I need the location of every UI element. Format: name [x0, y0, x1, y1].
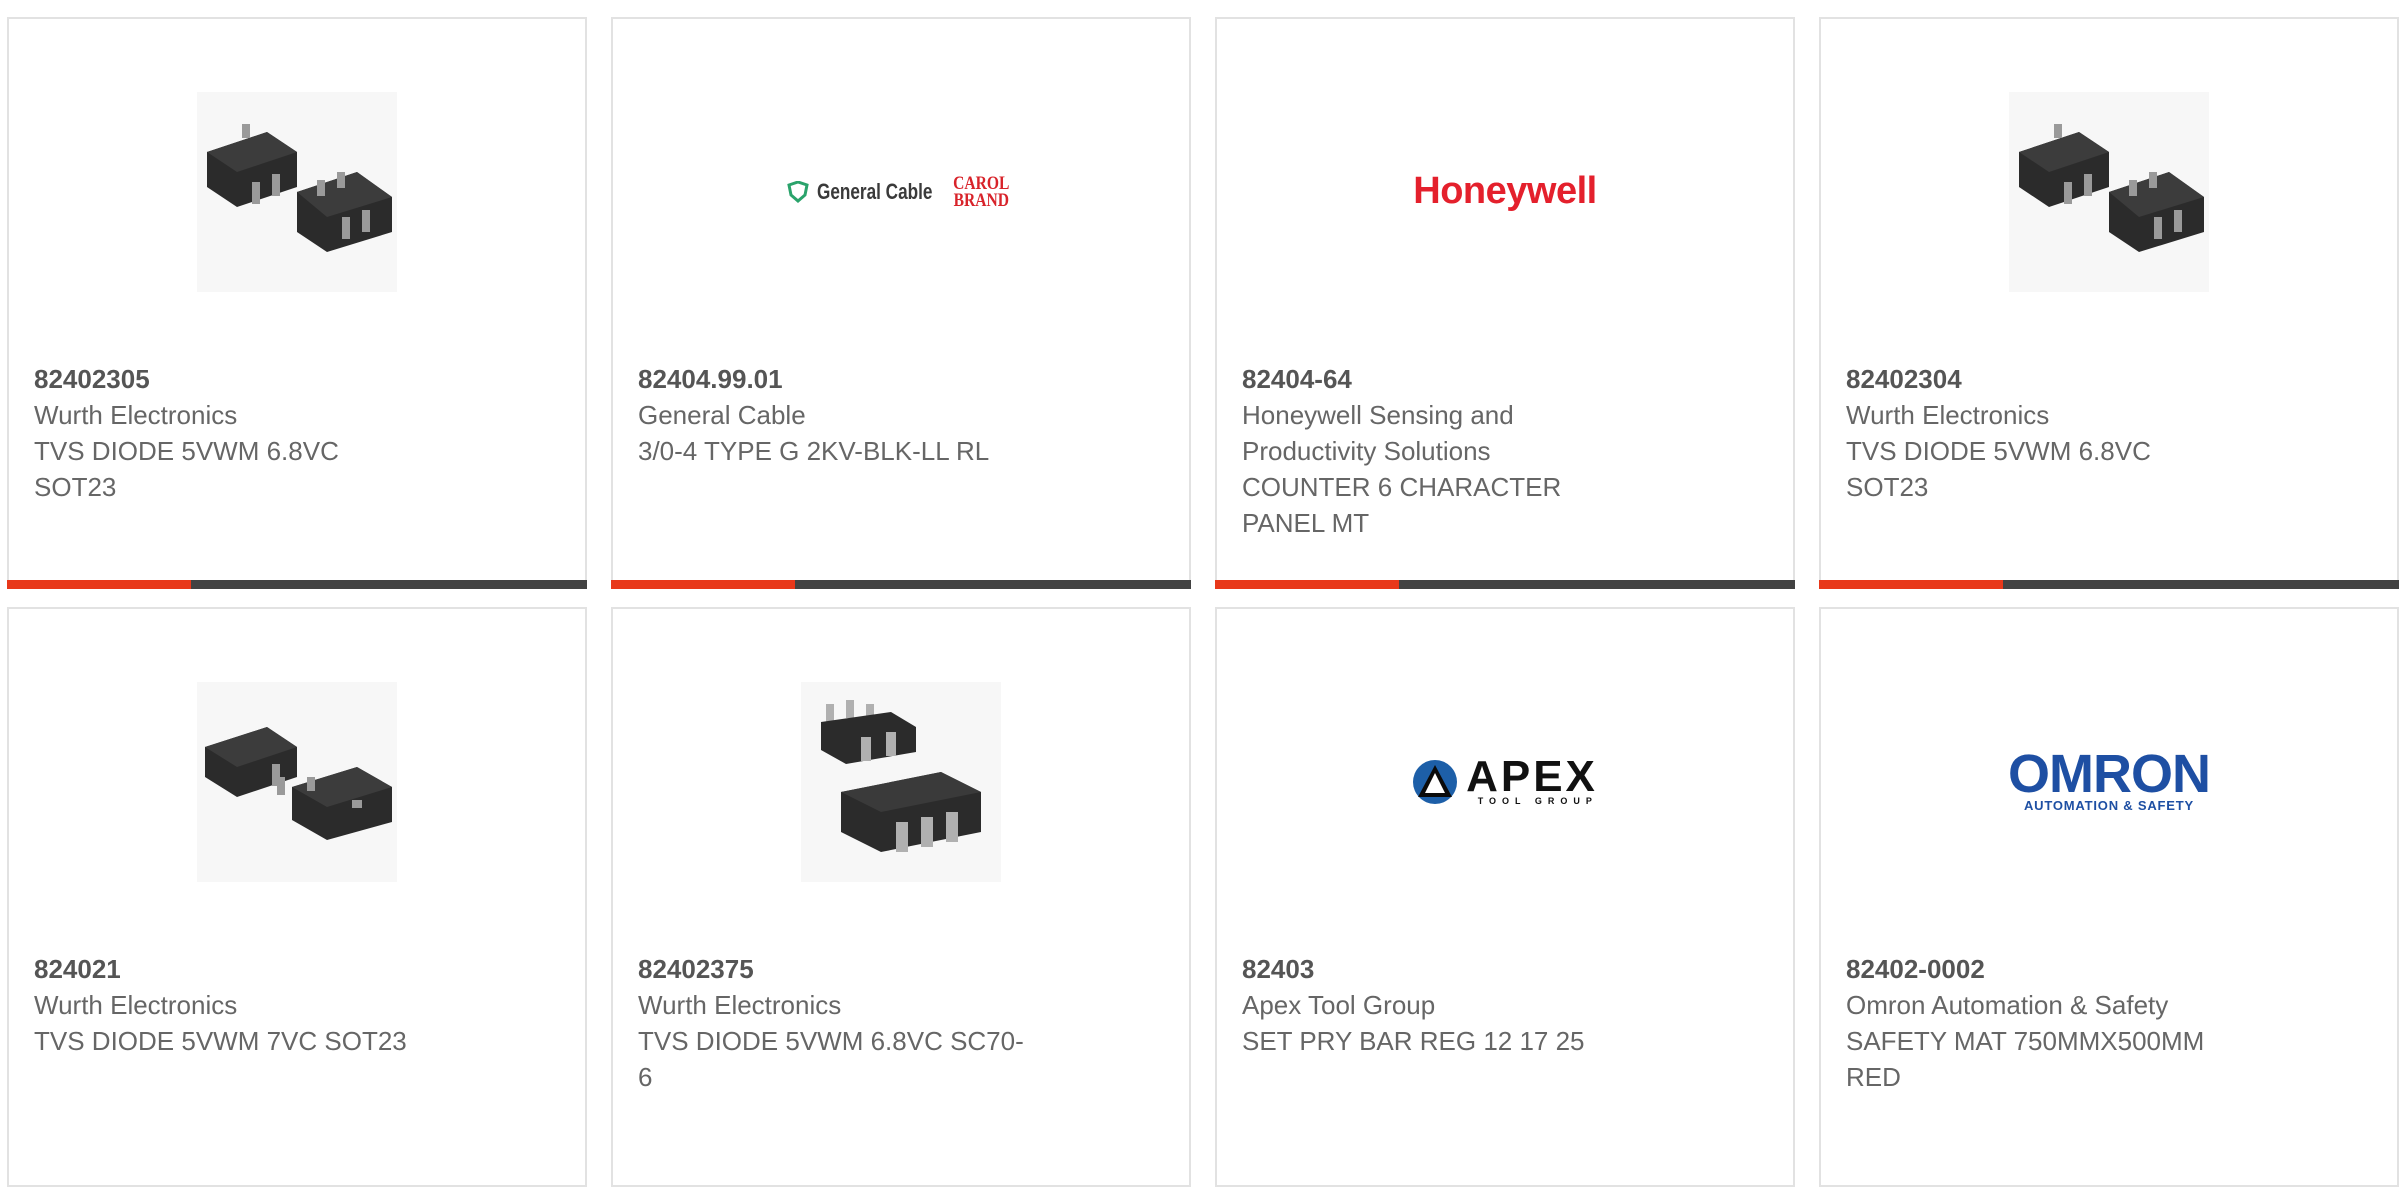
apex-logo: APEX TOOL GROUP [1412, 751, 1598, 806]
product-info: 82402304 Wurth Electronics TVS DIODE 5VW… [1846, 361, 2266, 505]
product-image[interactable]: General Cable CAROL BRAND [613, 19, 1189, 364]
product-info: 82402-0002 Omron Automation & Safety SAF… [1846, 951, 2266, 1095]
product-image[interactable] [9, 609, 585, 954]
description-line: TVS DIODE 5VWM 6.8VC [34, 436, 339, 466]
manufacturer: Honeywell Sensing and [1242, 400, 1514, 430]
description-line: TVS DIODE 5VWM 7VC SOT23 [34, 1026, 407, 1056]
product-info: 824021 Wurth Electronics TVS DIODE 5VWM … [34, 951, 454, 1059]
product-card[interactable]: 82402304 Wurth Electronics TVS DIODE 5VW… [1819, 17, 2399, 589]
part-number[interactable]: 82402305 [34, 361, 454, 397]
product-card[interactable]: APEX TOOL GROUP 82403 Apex Tool Group SE… [1215, 607, 1795, 1187]
product-card[interactable]: 82402305 Wurth Electronics TVS DIODE 5VW… [7, 17, 587, 589]
description-line: TVS DIODE 5VWM 6.8VC SC70- [638, 1026, 1024, 1056]
part-number[interactable]: 824021 [34, 951, 454, 987]
manufacturer: Wurth Electronics [34, 990, 238, 1020]
manufacturer: Wurth Electronics [638, 990, 842, 1020]
part-number[interactable]: 82404-64 [1242, 361, 1662, 397]
product-grid: 82402305 Wurth Electronics TVS DIODE 5VW… [0, 0, 2400, 1187]
description-line: 6 [638, 1062, 653, 1092]
general-cable-logo: General Cable CAROL BRAND [786, 172, 1016, 211]
product-info: 82404.99.01 General Cable 3/0-4 TYPE G 2… [638, 361, 1058, 469]
description-line: SET PRY BAR REG 12 17 25 [1242, 1026, 1585, 1056]
logo-text: General Cable [816, 178, 933, 204]
card-accent [1819, 580, 2003, 589]
product-card[interactable]: 824021 Wurth Electronics TVS DIODE 5VWM … [7, 607, 587, 1187]
apex-mark-icon [1413, 759, 1458, 804]
manufacturer: Omron Automation & Safety [1846, 990, 2169, 1020]
manufacturer: General Cable [638, 400, 806, 430]
card-bottom-bar [1215, 580, 1795, 589]
chip-sot23-icon [2009, 91, 2209, 292]
part-number[interactable]: 82402-0002 [1846, 951, 2266, 987]
manufacturer: Wurth Electronics [34, 400, 238, 430]
product-info: 82403 Apex Tool Group SET PRY BAR REG 12… [1242, 951, 1662, 1059]
product-card[interactable]: Honeywell 82404-64 Honeywell Sensing and… [1215, 17, 1795, 589]
product-card[interactable]: General Cable CAROL BRAND 82404.99.01 Ge… [611, 17, 1191, 589]
part-number[interactable]: 82402304 [1846, 361, 2266, 397]
description-line: TVS DIODE 5VWM 6.8VC [1846, 436, 2151, 466]
chip-sot23-icon [197, 91, 397, 292]
product-image[interactable]: OMRON AUTOMATION & SAFETY [1821, 609, 2397, 954]
product-image[interactable] [1821, 19, 2397, 364]
honeywell-logo: Honeywell [1413, 170, 1597, 212]
description-line: COUNTER 6 CHARACTER [1242, 472, 1562, 502]
card-accent [611, 580, 795, 589]
part-number[interactable]: 82404.99.01 [638, 361, 1058, 397]
chip-sot23-3pin-icon [197, 681, 397, 882]
product-image[interactable]: APEX TOOL GROUP [1217, 609, 1793, 954]
manufacturer: Productivity Solutions [1242, 436, 1491, 466]
product-image[interactable] [613, 609, 1189, 954]
manufacturer: Wurth Electronics [1846, 400, 2050, 430]
part-number[interactable]: 82403 [1242, 951, 1662, 987]
product-image[interactable]: Honeywell [1217, 19, 1793, 364]
product-info: 82404-64 Honeywell Sensing and Productiv… [1242, 361, 1662, 541]
description-line: RED [1846, 1062, 1901, 1092]
description-line: SOT23 [34, 472, 117, 502]
product-image[interactable] [9, 19, 585, 364]
card-accent [1215, 580, 1399, 589]
omron-logo: OMRON AUTOMATION & SAFETY [2008, 744, 2211, 813]
description-line: SAFETY MAT 750MMX500MM [1846, 1026, 2205, 1056]
description-line: PANEL MT [1242, 508, 1370, 538]
apex-wordmark: APEX TOOL GROUP [1466, 751, 1598, 806]
chip-sc70-icon [801, 681, 1001, 882]
carol-brand-logo: CAROL BRAND [952, 172, 1010, 211]
card-bottom-bar [611, 580, 1191, 589]
card-accent [7, 580, 191, 589]
card-bottom-bar [7, 580, 587, 589]
product-info: 82402305 Wurth Electronics TVS DIODE 5VW… [34, 361, 454, 505]
card-bottom-bar [1819, 580, 2399, 589]
product-card[interactable]: OMRON AUTOMATION & SAFETY 82402-0002 Omr… [1819, 607, 2399, 1187]
manufacturer: Apex Tool Group [1242, 990, 1436, 1020]
product-info: 82402375 Wurth Electronics TVS DIODE 5VW… [638, 951, 1058, 1095]
shield-icon [786, 180, 809, 203]
description-line: SOT23 [1846, 472, 1929, 502]
product-card[interactable]: 82402375 Wurth Electronics TVS DIODE 5VW… [611, 607, 1191, 1187]
part-number[interactable]: 82402375 [638, 951, 1058, 987]
description-line: 3/0-4 TYPE G 2KV-BLK-LL RL [638, 436, 990, 466]
